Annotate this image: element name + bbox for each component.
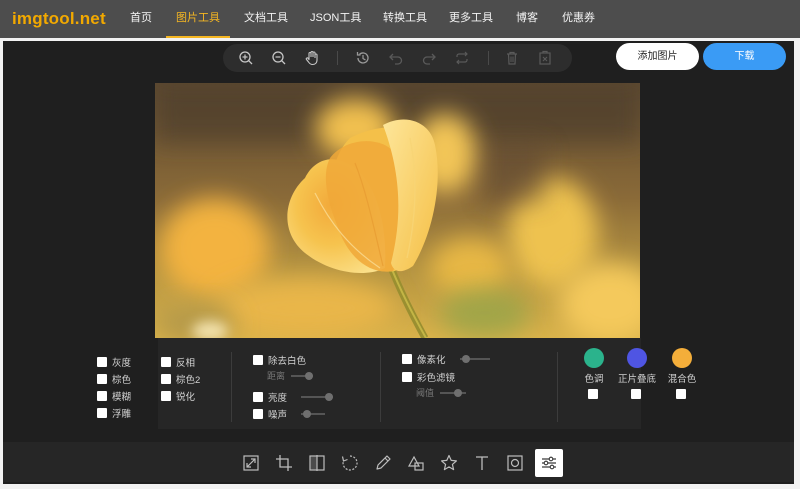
undo-icon[interactable] bbox=[386, 48, 406, 68]
tint-color-swatch[interactable] bbox=[584, 348, 604, 368]
blur-label: 模糊 bbox=[112, 392, 132, 403]
sharpen-label: 锐化 bbox=[176, 392, 196, 403]
blur-checkbox[interactable] bbox=[97, 391, 107, 401]
pixelate-checkbox[interactable] bbox=[402, 354, 412, 364]
crop-icon[interactable] bbox=[271, 450, 297, 476]
filter-pixelate[interactable]: 像素化 bbox=[402, 352, 490, 366]
filter-brightness[interactable]: 亮度 bbox=[253, 390, 334, 404]
history-icon[interactable] bbox=[353, 48, 373, 68]
filter-icon[interactable] bbox=[535, 449, 563, 477]
noise-label: 噪声 bbox=[268, 410, 288, 421]
bottom-toolbar bbox=[3, 442, 794, 482]
zoom-in-icon[interactable] bbox=[236, 48, 256, 68]
color-filter-label: 彩色滤镜 bbox=[417, 373, 456, 384]
noise-slider-knob[interactable] bbox=[303, 410, 312, 418]
filter-grayscale[interactable]: 灰度 bbox=[97, 355, 131, 369]
toolbar-separator bbox=[337, 51, 338, 65]
panel-divider bbox=[557, 352, 558, 422]
top-navigation: imgtool.net 首页 图片工具 文档工具 JSON工具 转换工具 更多工… bbox=[0, 0, 800, 38]
noise-checkbox[interactable] bbox=[253, 409, 263, 419]
filter-emboss[interactable]: 浮雕 bbox=[97, 406, 131, 420]
panel-divider bbox=[231, 352, 232, 422]
distance-slider-knob[interactable] bbox=[305, 371, 314, 380]
site-logo[interactable]: imgtool.net bbox=[12, 9, 106, 29]
repeat-icon[interactable] bbox=[452, 48, 472, 68]
threshold-label: 阈值 bbox=[416, 388, 435, 398]
invert-label: 反相 bbox=[176, 358, 196, 369]
multiply-color-swatch[interactable] bbox=[627, 348, 647, 368]
blend-label: 混合色 bbox=[667, 374, 697, 385]
add-image-button[interactable]: 添加图片 bbox=[616, 43, 699, 70]
nav-convert-tools[interactable]: 转换工具 bbox=[383, 0, 427, 38]
color-filter-checkbox[interactable] bbox=[402, 372, 412, 382]
rotate-icon[interactable] bbox=[337, 450, 363, 476]
noise-slider[interactable] bbox=[301, 410, 326, 418]
download-button[interactable]: 下载 bbox=[703, 43, 786, 70]
threshold-control: 阈值 bbox=[416, 386, 467, 399]
distance-label: 距离 bbox=[267, 371, 286, 381]
frame-icon[interactable] bbox=[502, 450, 528, 476]
tulip-photo bbox=[155, 83, 640, 338]
filter-color-filter[interactable]: 彩色滤镜 bbox=[402, 370, 455, 384]
nav-json-tools[interactable]: JSON工具 bbox=[310, 0, 361, 38]
redo-icon[interactable] bbox=[419, 48, 439, 68]
filter-sepia[interactable]: 棕色 bbox=[97, 372, 131, 386]
pixelate-slider-knob[interactable] bbox=[461, 355, 470, 363]
remove-white-label: 除去白色 bbox=[268, 356, 307, 367]
invert-checkbox[interactable] bbox=[161, 357, 171, 367]
threshold-slider[interactable] bbox=[440, 388, 467, 397]
filter-remove-white[interactable]: 除去白色 bbox=[253, 353, 306, 367]
filter-blur[interactable]: 模糊 bbox=[97, 389, 131, 403]
editor-toolbar bbox=[223, 44, 572, 72]
sharpen-checkbox[interactable] bbox=[161, 391, 171, 401]
brightness-slider-knob[interactable] bbox=[325, 393, 334, 401]
image-canvas[interactable] bbox=[155, 83, 640, 338]
pixelate-slider[interactable] bbox=[459, 355, 490, 363]
distance-control: 距离 bbox=[267, 369, 314, 382]
distance-slider[interactable] bbox=[291, 371, 314, 380]
brightness-checkbox[interactable] bbox=[253, 392, 263, 402]
nav-home[interactable]: 首页 bbox=[130, 0, 152, 38]
text-icon[interactable] bbox=[469, 450, 495, 476]
threshold-slider-knob[interactable] bbox=[454, 388, 463, 397]
emboss-label: 浮雕 bbox=[112, 409, 132, 420]
blend-checkbox[interactable] bbox=[676, 389, 686, 399]
star-icon[interactable] bbox=[436, 450, 462, 476]
delete-all-icon[interactable] bbox=[535, 48, 555, 68]
emboss-checkbox[interactable] bbox=[97, 408, 107, 418]
nav-image-tools[interactable]: 图片工具 bbox=[166, 0, 230, 38]
sepia2-label: 棕色2 bbox=[176, 375, 201, 386]
draw-icon[interactable] bbox=[370, 450, 396, 476]
sepia2-checkbox[interactable] bbox=[161, 374, 171, 384]
filter-invert[interactable]: 反相 bbox=[161, 355, 195, 369]
filter-noise[interactable]: 噪声 bbox=[253, 407, 326, 421]
pixelate-label: 像素化 bbox=[417, 355, 446, 366]
toolbar-separator bbox=[488, 51, 489, 65]
zoom-out-icon[interactable] bbox=[269, 48, 289, 68]
filter-sepia2[interactable]: 棕色2 bbox=[161, 372, 200, 386]
shape-icon[interactable] bbox=[403, 450, 429, 476]
nav-more-tools[interactable]: 更多工具 bbox=[449, 0, 493, 38]
grayscale-label: 灰度 bbox=[112, 358, 132, 369]
delete-icon[interactable] bbox=[502, 48, 522, 68]
hand-icon[interactable] bbox=[302, 48, 322, 68]
remove-white-checkbox[interactable] bbox=[253, 355, 263, 365]
multiply-checkbox[interactable] bbox=[631, 389, 641, 399]
flip-icon[interactable] bbox=[304, 450, 330, 476]
sepia-checkbox[interactable] bbox=[97, 374, 107, 384]
nav-document-tools[interactable]: 文档工具 bbox=[244, 0, 288, 38]
sepia-label: 棕色 bbox=[112, 375, 132, 386]
panel-divider bbox=[380, 352, 381, 422]
brightness-slider[interactable] bbox=[301, 393, 334, 401]
grayscale-checkbox[interactable] bbox=[97, 357, 107, 367]
nav-coupons[interactable]: 优惠券 bbox=[562, 0, 595, 38]
blend-color-swatch[interactable] bbox=[672, 348, 692, 368]
nav-blog[interactable]: 博客 bbox=[516, 0, 538, 38]
brightness-label: 亮度 bbox=[268, 393, 288, 404]
tint-checkbox[interactable] bbox=[588, 389, 598, 399]
resize-icon[interactable] bbox=[238, 450, 264, 476]
filter-sharpen[interactable]: 锐化 bbox=[161, 389, 195, 403]
